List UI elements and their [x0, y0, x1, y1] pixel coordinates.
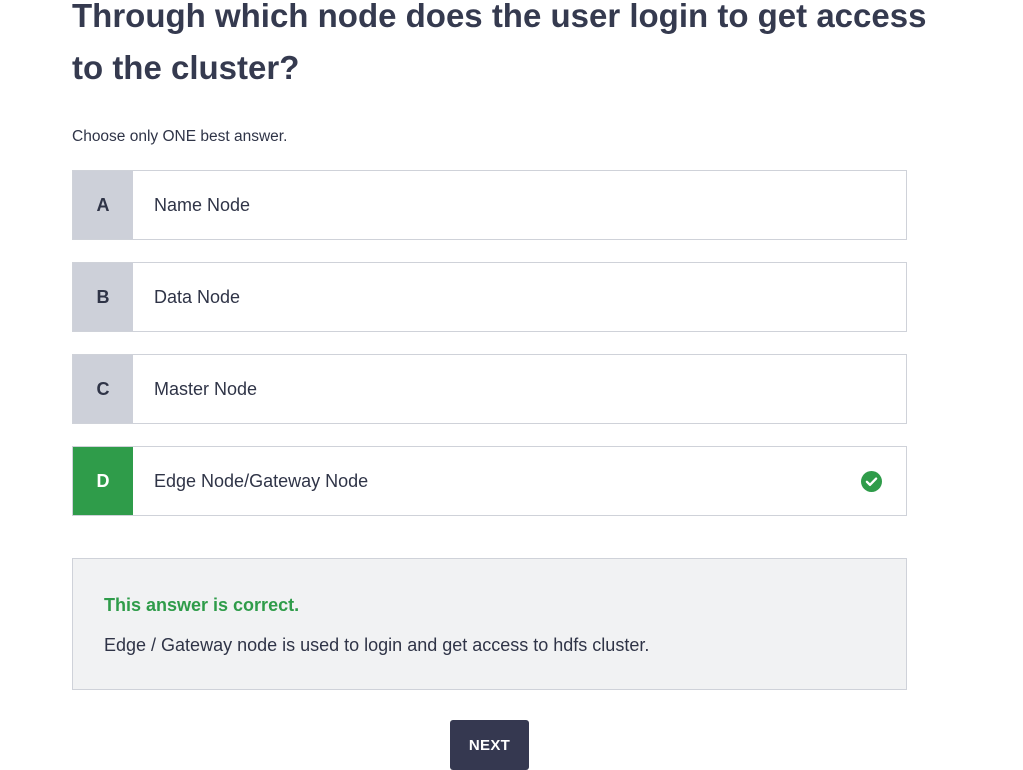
feedback-explanation: Edge / Gateway node is used to login and…	[104, 635, 650, 655]
feedback-status: This answer is correct.	[104, 595, 300, 615]
option-b[interactable]: B Data Node	[72, 262, 907, 332]
option-c[interactable]: C Master Node	[72, 354, 907, 424]
option-label: Edge Node/Gateway Node	[154, 470, 369, 491]
answer-instruction: Choose only ONE best answer.	[72, 128, 288, 145]
quiz-page: Through which node does the user login t…	[0, 0, 1023, 770]
option-a[interactable]: A Name Node	[72, 170, 907, 240]
feedback-panel: This answer is correct. Edge / Gateway n…	[72, 558, 907, 690]
question-title: Through which node does the user login t…	[72, 0, 927, 86]
option-letter: B	[73, 263, 133, 331]
check-circle-icon	[836, 447, 906, 515]
answer-options: A Name Node B Data Node C Master Node D …	[72, 170, 907, 538]
option-label: Name Node	[154, 194, 251, 215]
option-letter: D	[73, 447, 133, 515]
option-d[interactable]: D Edge Node/Gateway Node	[72, 446, 907, 516]
next-button[interactable]: NEXT	[450, 720, 529, 770]
option-label: Master Node	[154, 378, 258, 399]
check-circle-icon-svg	[860, 470, 882, 492]
option-letter: C	[73, 355, 133, 423]
option-label: Data Node	[154, 286, 241, 307]
option-letter: A	[73, 171, 133, 239]
